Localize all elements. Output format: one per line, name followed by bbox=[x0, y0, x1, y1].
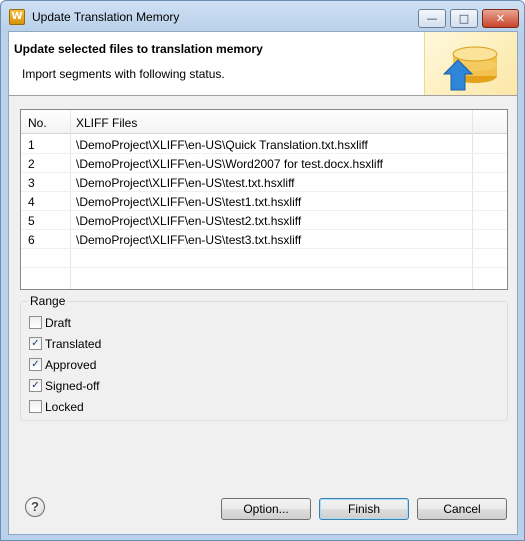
range-group: Range Draft ✓ Translated ✓ Approved ✓ Si… bbox=[20, 294, 508, 421]
row-number: 4 bbox=[28, 195, 35, 209]
empty-table-row bbox=[21, 249, 507, 268]
finish-button[interactable]: Finish bbox=[319, 498, 409, 520]
database-upload-graphic bbox=[442, 46, 498, 91]
database-upload-icon bbox=[424, 32, 517, 95]
window-title: Update Translation Memory bbox=[32, 10, 180, 24]
header-title: Update selected files to translation mem… bbox=[14, 42, 263, 56]
table-row[interactable]: 6 \DemoProject\XLIFF\en-US\test3.txt.hsx… bbox=[21, 230, 507, 249]
row-number: 6 bbox=[28, 233, 35, 247]
table-row[interactable]: 2 \DemoProject\XLIFF\en-US\Word2007 for … bbox=[21, 154, 507, 173]
column-header-no[interactable]: No. bbox=[28, 116, 47, 130]
table-row[interactable]: 5 \DemoProject\XLIFF\en-US\test2.txt.hsx… bbox=[21, 211, 507, 230]
dialog-header: Update selected files to translation mem… bbox=[9, 32, 517, 96]
row-file-path: \DemoProject\XLIFF\en-US\test.txt.hsxlif… bbox=[76, 176, 295, 190]
row-file-path: \DemoProject\XLIFF\en-US\Quick Translati… bbox=[76, 138, 368, 152]
checkbox-box[interactable]: ✓ bbox=[29, 358, 42, 371]
row-file-path: \DemoProject\XLIFF\en-US\test2.txt.hsxli… bbox=[76, 214, 302, 228]
row-number: 3 bbox=[28, 176, 35, 190]
option-button[interactable]: Option... bbox=[221, 498, 311, 520]
maximize-button[interactable]: □ bbox=[450, 9, 478, 28]
empty-table-row bbox=[21, 268, 507, 287]
dialog-window: W Update Translation Memory — □ ✕ Update… bbox=[0, 0, 525, 541]
cancel-button[interactable]: Cancel bbox=[417, 498, 507, 520]
row-number: 1 bbox=[28, 138, 35, 152]
app-icon: W bbox=[9, 9, 25, 25]
close-button[interactable]: ✕ bbox=[482, 9, 519, 28]
row-number: 5 bbox=[28, 214, 35, 228]
row-number: 2 bbox=[28, 157, 35, 171]
xliff-files-table[interactable]: No. XLIFF Files 1 \DemoProject\XLIFF\en-… bbox=[20, 109, 508, 290]
checkbox-box[interactable]: ✓ bbox=[29, 379, 42, 392]
checkbox-label[interactable]: Approved bbox=[45, 358, 96, 372]
checkbox-label[interactable]: Draft bbox=[45, 316, 71, 330]
table-header: No. XLIFF Files bbox=[21, 110, 507, 134]
checkbox-box[interactable] bbox=[29, 316, 42, 329]
help-icon[interactable]: ? bbox=[25, 497, 45, 517]
checkbox-label[interactable]: Locked bbox=[45, 400, 84, 414]
table-row[interactable]: 3 \DemoProject\XLIFF\en-US\test.txt.hsxl… bbox=[21, 173, 507, 192]
checkbox-box[interactable]: ✓ bbox=[29, 337, 42, 350]
row-file-path: \DemoProject\XLIFF\en-US\test3.txt.hsxli… bbox=[76, 233, 302, 247]
checkbox-box[interactable] bbox=[29, 400, 42, 413]
title-bar[interactable]: W Update Translation Memory — □ ✕ bbox=[1, 1, 524, 31]
checkbox-label[interactable]: Signed-off bbox=[45, 379, 100, 393]
minimize-button[interactable]: — bbox=[418, 9, 446, 28]
table-row[interactable]: 1 \DemoProject\XLIFF\en-US\Quick Transla… bbox=[21, 135, 507, 154]
dialog-client: Update selected files to translation mem… bbox=[8, 31, 518, 535]
header-subtitle: Import segments with following status. bbox=[22, 67, 225, 81]
table-row[interactable]: 4 \DemoProject\XLIFF\en-US\test1.txt.hsx… bbox=[21, 192, 507, 211]
range-group-label: Range bbox=[28, 294, 68, 308]
row-file-path: \DemoProject\XLIFF\en-US\Word2007 for te… bbox=[76, 157, 384, 171]
checkbox-label[interactable]: Translated bbox=[45, 337, 101, 351]
column-header-xliff-files[interactable]: XLIFF Files bbox=[76, 116, 137, 130]
row-file-path: \DemoProject\XLIFF\en-US\test1.txt.hsxli… bbox=[76, 195, 302, 209]
